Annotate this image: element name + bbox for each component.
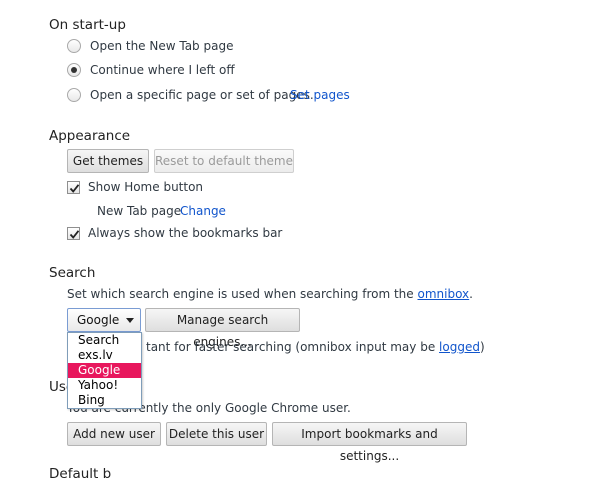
search-engine-dropdown-list: Search exs.lv Google Yahoo! Bing [67,332,142,409]
omnibox-link[interactable]: omnibox [418,287,470,301]
radio-new-tab-label[interactable]: Open the New Tab page [90,39,233,53]
appearance-heading: Appearance [49,128,131,144]
search-description: Set which search engine is used when sea… [67,287,473,301]
default-browser-heading: Default b [49,466,112,482]
radio-specific-pages[interactable] [67,88,81,102]
dropdown-item-search[interactable]: Search [68,333,141,348]
import-bookmarks-button[interactable]: Import bookmarks and settings... [272,422,467,463]
radio-new-tab[interactable] [67,39,81,53]
dropdown-item-bing[interactable]: Bing [68,393,141,408]
get-themes-button[interactable]: Get themes [67,149,149,173]
delete-user-button[interactable]: Delete this user [166,422,267,446]
dropdown-item-yahoo[interactable]: Yahoo! [68,378,141,393]
set-pages-link[interactable]: Set pages [290,88,350,102]
checkmark-icon [69,184,80,193]
dropdown-item-google[interactable]: Google [68,363,141,378]
radio-continue[interactable] [67,63,81,77]
search-engine-selected: Google [77,313,120,327]
logged-link[interactable]: logged [439,340,480,354]
show-home-checkbox[interactable] [67,181,80,194]
show-home-label[interactable]: Show Home button [88,180,203,194]
change-home-link[interactable]: Change [180,204,226,218]
bookmarks-bar-label[interactable]: Always show the bookmarks bar [88,226,282,240]
dropdown-item-exs[interactable]: exs.lv [68,348,141,363]
add-new-user-button[interactable]: Add new user [67,422,161,446]
checkmark-icon [69,230,80,239]
radio-continue-label[interactable]: Continue where I left off [90,63,235,77]
instant-description: tant for faster searching (omnibox input… [146,340,485,354]
radio-specific-pages-label[interactable]: Open a specific page or set of pages. [90,88,314,102]
search-heading: Search [49,265,96,281]
home-page-label: New Tab page [97,204,182,218]
manage-search-engines-button[interactable]: Manage search engines... [145,308,300,349]
reset-theme-button[interactable]: Reset to default theme [154,149,294,173]
bookmarks-bar-checkbox[interactable] [67,227,80,240]
chevron-down-icon [126,318,134,323]
startup-heading: On start-up [49,17,126,33]
search-engine-select[interactable]: Google [67,308,141,332]
